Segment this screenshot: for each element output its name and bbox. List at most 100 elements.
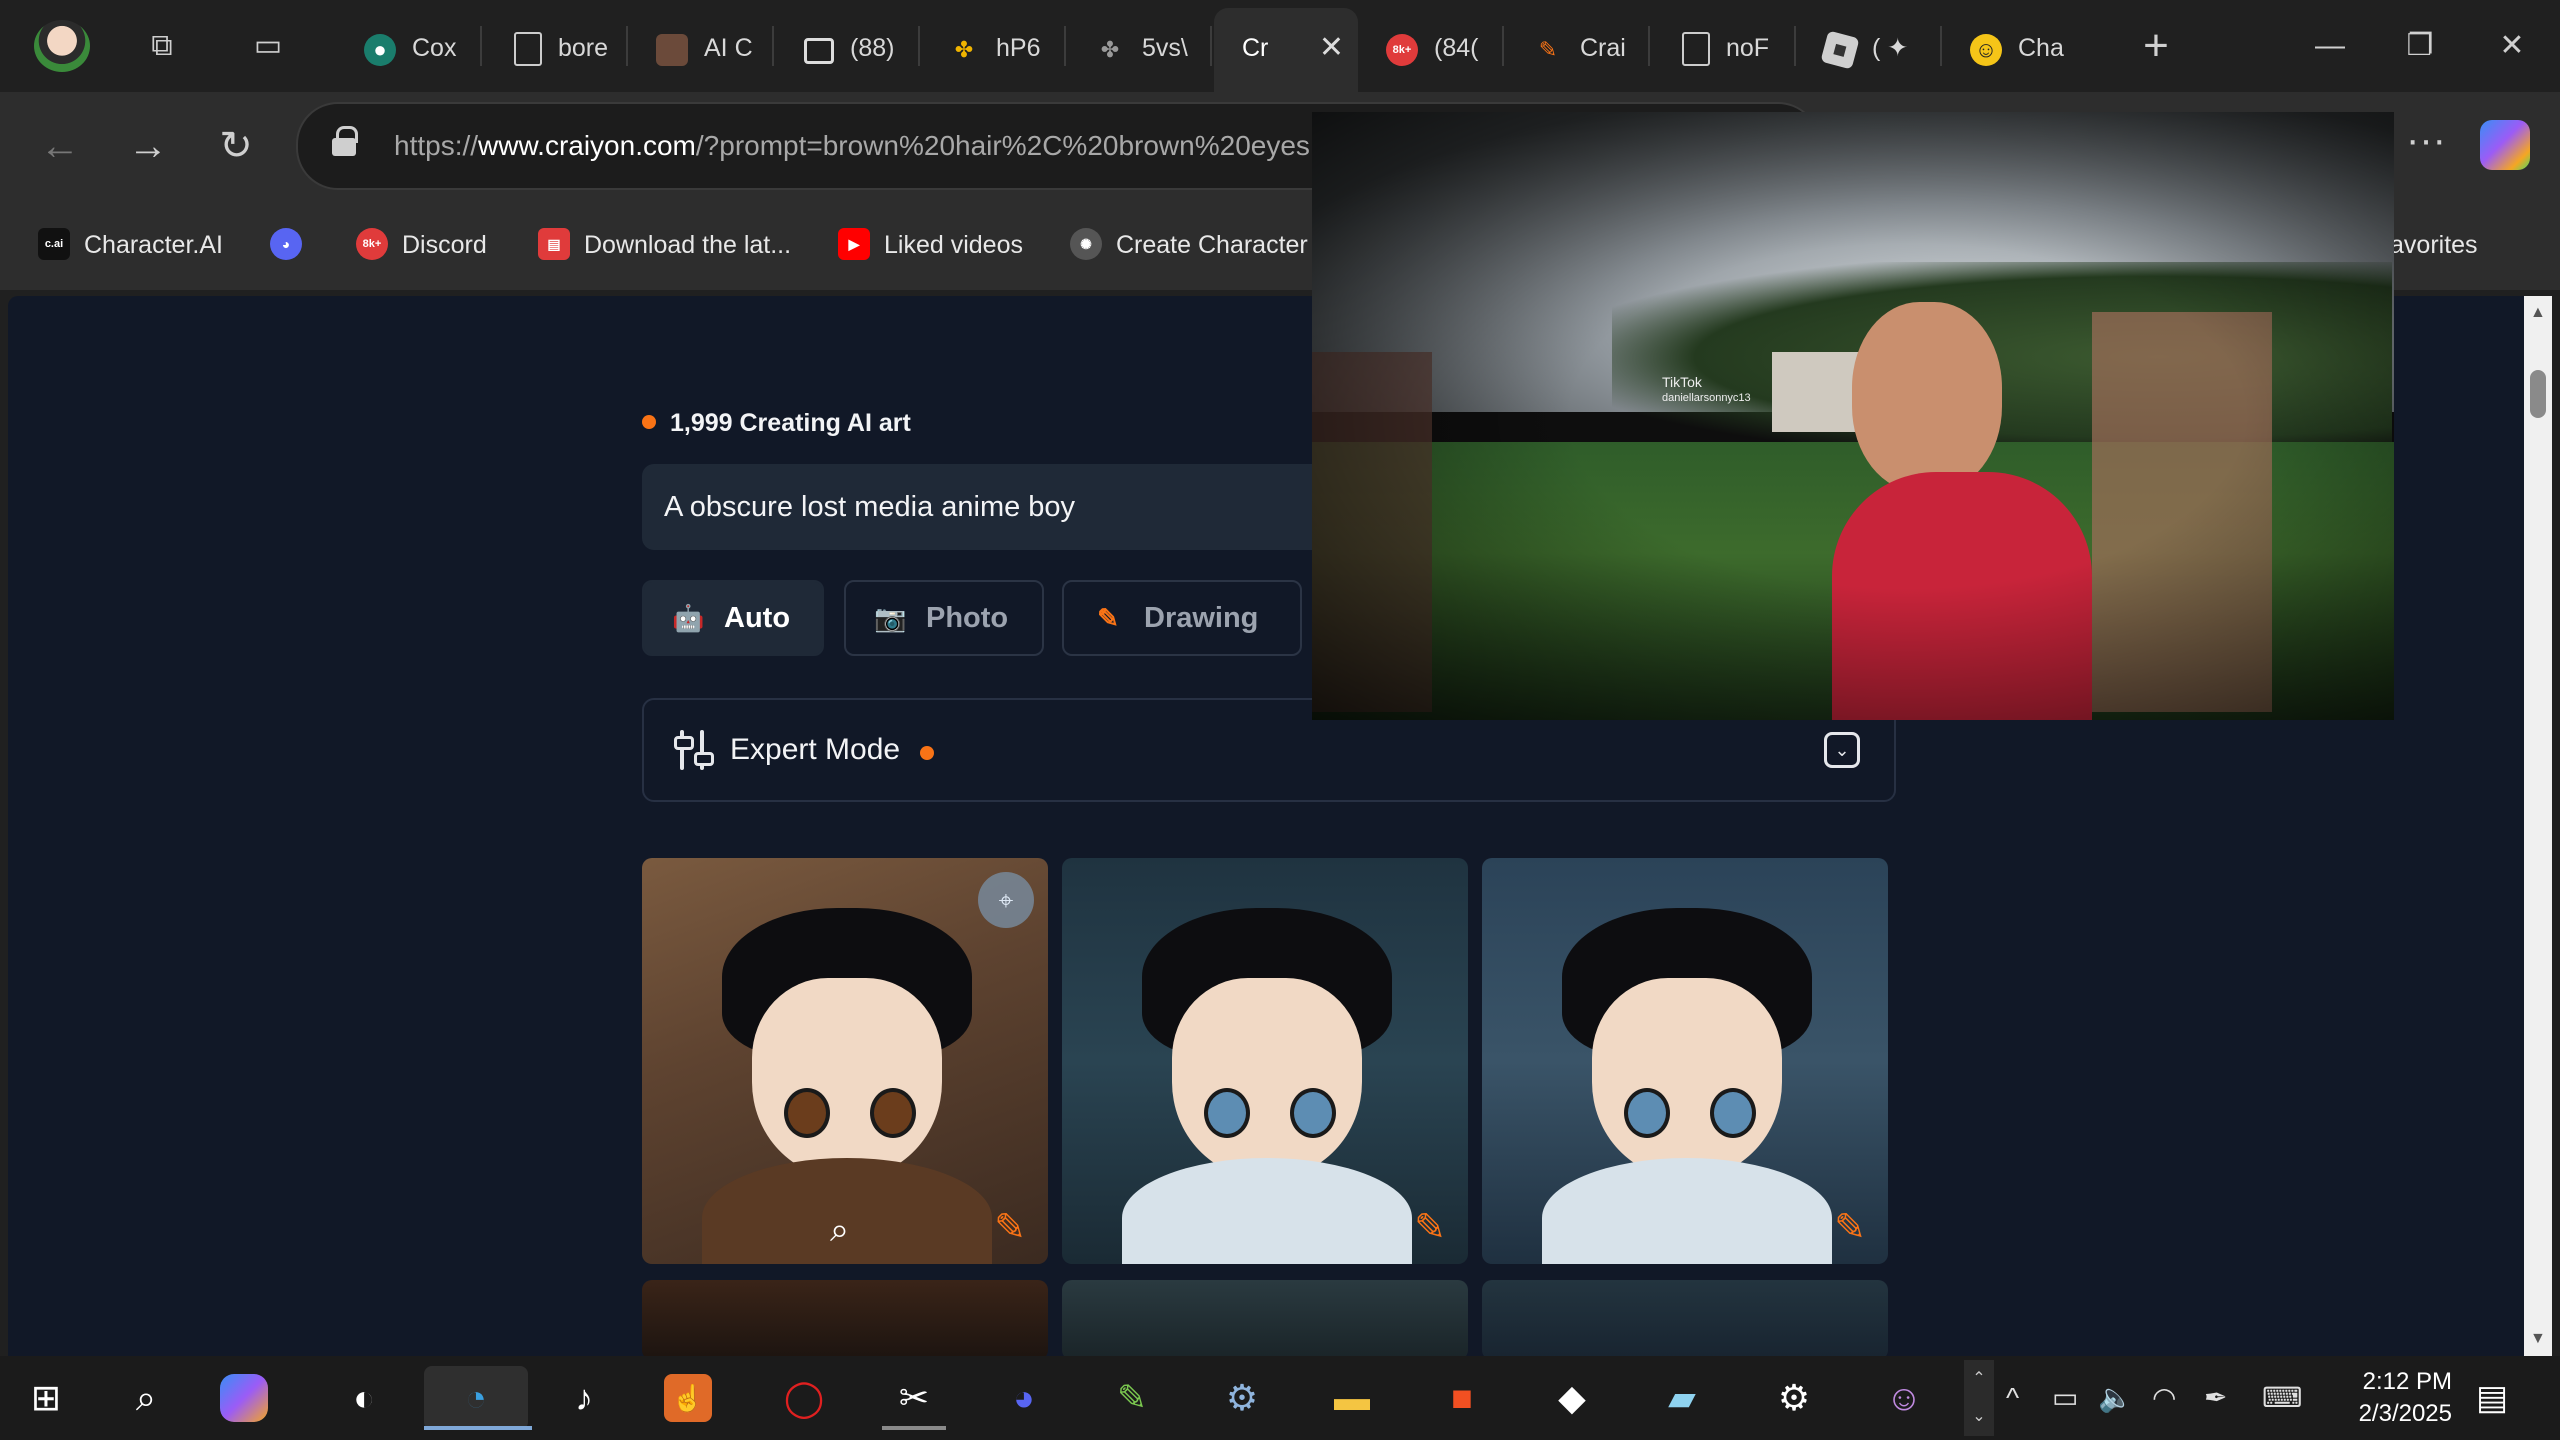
new-tab-button[interactable]: + xyxy=(2128,18,2184,74)
show-hidden-icons-chevron[interactable]: ^ xyxy=(2006,1378,2019,1418)
battery-icon[interactable]: ▭ xyxy=(2052,1378,2078,1418)
notepad-icon[interactable]: ✎ xyxy=(1100,1366,1164,1430)
start-windows-icon[interactable]: ⊞ xyxy=(14,1366,78,1430)
wifi-icon[interactable]: ◠ xyxy=(2152,1378,2176,1418)
chrome-icon[interactable]: ◐ xyxy=(332,1366,396,1430)
favorite-create-character[interactable]: ✺ Create Character xyxy=(1070,222,1308,268)
pencil-icon: ✎ xyxy=(1097,603,1119,633)
favorite-character-ai[interactable]: c.ai Character.AI xyxy=(38,222,223,268)
tab-4[interactable]: ✤ hP6 xyxy=(922,8,1066,84)
mode-drawing-button[interactable]: ✎ Drawing xyxy=(1062,580,1302,656)
notification-icon[interactable]: ▤ xyxy=(2476,1378,2508,1418)
forward-button[interactable]: → xyxy=(118,116,178,176)
camera-icon: 📷 xyxy=(874,603,907,633)
tab-1[interactable]: bore xyxy=(484,8,628,84)
discord-8k-icon: 8k+ xyxy=(1386,34,1418,66)
tab-actions-icon[interactable]: ▭ xyxy=(250,28,286,64)
tab-label: hP6 xyxy=(996,34,1041,62)
scrollbar-thumb[interactable] xyxy=(2530,370,2546,418)
pen-icon[interactable]: ✒ xyxy=(2204,1378,2227,1418)
copilot-icon[interactable] xyxy=(2480,120,2530,170)
favorite-label: Create Character xyxy=(1116,231,1308,259)
close-tab-icon[interactable]: ✕ xyxy=(1319,28,1344,68)
discord-icon[interactable]: ◕ xyxy=(992,1366,1056,1430)
favorite-label: Character.AI xyxy=(84,231,223,259)
tab-label: 5vs\ xyxy=(1142,34,1188,62)
tab-10[interactable]: ■ ( ✦ xyxy=(1798,8,1942,84)
tab-5[interactable]: ✤ 5vs\ xyxy=(1068,8,1212,84)
generated-image-4[interactable] xyxy=(642,1280,1048,1356)
steam-icon[interactable]: ⚙ xyxy=(1210,1366,1274,1430)
file-explorer-icon[interactable]: ▬ xyxy=(1320,1366,1384,1430)
settings-gear-icon[interactable]: ⚙ xyxy=(1762,1366,1826,1430)
minimize-button[interactable]: — xyxy=(2300,18,2360,74)
roblox-icon[interactable]: ◆ xyxy=(1540,1366,1604,1430)
pip-video-window[interactable]: TikTok daniellarsonnyc13 xyxy=(1312,112,2394,720)
tab-label: Cox xyxy=(412,34,457,62)
store-icon: ▤ xyxy=(538,228,570,261)
tab-0[interactable]: ● Cox xyxy=(338,8,482,84)
workspaces-icon[interactable]: ⧉ xyxy=(144,28,180,64)
tab-separator xyxy=(1794,26,1796,66)
url-text[interactable]: https://www.craiyon.com/?prompt=brown%20… xyxy=(394,124,1310,168)
copilot-icon[interactable] xyxy=(220,1374,268,1422)
favorite-discord[interactable]: 8k+ Discord xyxy=(356,222,487,268)
scan-icon[interactable]: ⌖ xyxy=(978,872,1034,928)
pencil-icon[interactable]: ✎ xyxy=(1408,1206,1452,1250)
tab-separator xyxy=(1210,26,1212,66)
page-scrollbar[interactable]: ▲ ▼ xyxy=(2524,296,2552,1356)
favorite-liked-videos[interactable]: ▶ Liked videos xyxy=(838,222,1023,268)
more-menu-icon[interactable]: ··· xyxy=(2396,116,2456,176)
taskbar-scroll-chevron[interactable]: ⌃ ⌄ xyxy=(1964,1360,1994,1436)
copilot-icon: ● xyxy=(364,34,396,66)
close-window-button[interactable]: ✕ xyxy=(2482,18,2542,74)
generated-image-1[interactable]: ⌖ ⌕ ✎ xyxy=(642,858,1048,1264)
favorite-discord-icon-only[interactable]: ◕ xyxy=(270,222,316,268)
tab-3[interactable]: (88) xyxy=(776,8,920,84)
profile-avatar[interactable] xyxy=(34,20,90,72)
tab-9[interactable]: noF xyxy=(1652,8,1796,84)
edge-icon[interactable]: ◔ xyxy=(424,1366,532,1430)
restore-button[interactable]: ❐ xyxy=(2390,18,2450,74)
search-icon[interactable]: ⌕ xyxy=(114,1366,178,1430)
status-dot xyxy=(642,415,656,430)
refresh-button[interactable]: ↻ xyxy=(206,116,266,176)
keyboard-icon[interactable]: ⌨ xyxy=(2262,1378,2302,1418)
microsoft-store-icon[interactable]: ■ xyxy=(1430,1366,1494,1430)
cursor-app-icon[interactable]: ☝ xyxy=(664,1374,712,1422)
tiktok-icon[interactable]: ♪ xyxy=(552,1366,616,1430)
lock-icon[interactable] xyxy=(332,126,358,156)
avatar-icon xyxy=(656,34,688,66)
tab-label: (88) xyxy=(850,34,895,62)
scroll-down-icon[interactable]: ▼ xyxy=(2530,1330,2546,1348)
tab-6-active[interactable]: Cr ✕ xyxy=(1214,8,1358,92)
generated-image-2[interactable]: ✎ xyxy=(1062,858,1468,1264)
prompt-text[interactable]: A obscure lost media anime boy xyxy=(664,486,1075,528)
image-icon xyxy=(804,38,834,64)
generated-image-5[interactable] xyxy=(1062,1280,1468,1356)
mode-photo-button[interactable]: 📷 Photo xyxy=(844,580,1044,656)
generated-image-6[interactable] xyxy=(1482,1280,1888,1356)
back-button[interactable]: ← xyxy=(30,116,90,176)
tab-7[interactable]: 8k+ (84( xyxy=(1360,8,1504,84)
tab-11[interactable]: ☺ Cha xyxy=(1944,8,2088,84)
paint-icon[interactable]: ✂ xyxy=(882,1366,946,1430)
roblox-studio-icon[interactable]: ▰ xyxy=(1650,1366,1714,1430)
favorite-label: Liked videos xyxy=(884,231,1023,259)
volume-icon[interactable]: 🔈 xyxy=(2098,1378,2133,1418)
opera-icon[interactable]: ◯ xyxy=(772,1366,836,1430)
tab-separator xyxy=(918,26,920,66)
pencil-icon[interactable]: ✎ xyxy=(988,1206,1032,1250)
generated-image-3[interactable]: ✎ xyxy=(1482,858,1888,1264)
pencil-icon[interactable]: ✎ xyxy=(1828,1206,1872,1250)
search-icon[interactable]: ⌕ xyxy=(830,1211,849,1250)
tab-2[interactable]: AI C xyxy=(630,8,774,84)
tab-8[interactable]: ✎ Crai xyxy=(1506,8,1650,84)
game-app-icon[interactable]: ☺ xyxy=(1872,1366,1936,1430)
favorite-download[interactable]: ▤ Download the lat... xyxy=(538,222,791,268)
system-clock[interactable]: 2:12 PM 2/3/2025 xyxy=(2322,1366,2452,1430)
chevron-down-icon[interactable]: ⌄ xyxy=(1824,732,1860,768)
mode-auto-button[interactable]: 🤖 Auto xyxy=(642,580,824,656)
pinwheel-icon: ✤ xyxy=(954,37,974,62)
scroll-up-icon[interactable]: ▲ xyxy=(2530,304,2546,322)
